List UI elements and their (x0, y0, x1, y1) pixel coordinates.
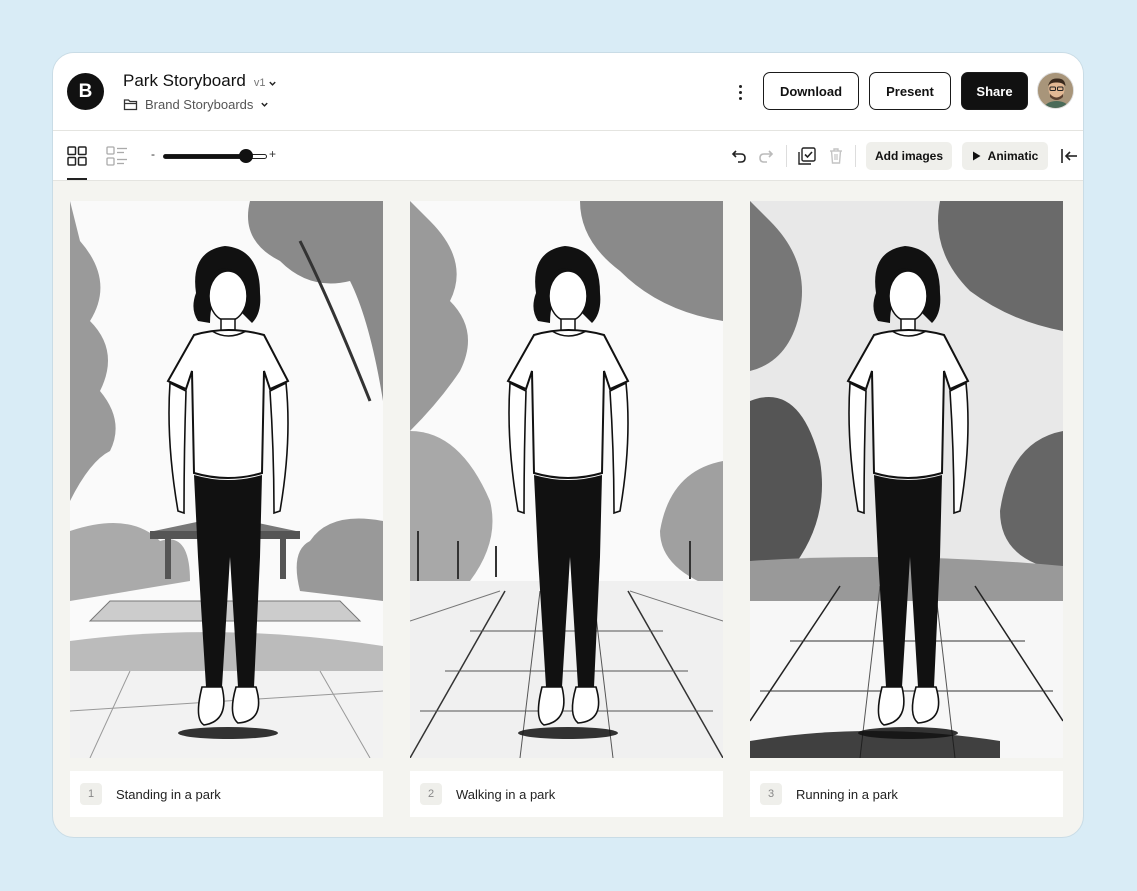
more-options-icon[interactable] (731, 81, 749, 103)
frame-image-1[interactable] (70, 201, 383, 758)
version-dropdown[interactable]: v1 (254, 77, 278, 89)
frame-caption-2[interactable]: 2 Walking in a park (410, 771, 723, 817)
animatic-button[interactable]: Animatic (962, 142, 1048, 170)
frame-caption-1[interactable]: 1 Standing in a park (70, 771, 383, 817)
present-button[interactable]: Present (869, 72, 951, 110)
download-button[interactable]: Download (763, 72, 859, 110)
frame-number: 2 (420, 783, 442, 805)
zoom-in-label[interactable]: + (269, 147, 276, 161)
collapse-panel-icon[interactable] (1058, 145, 1080, 167)
folder-breadcrumb[interactable]: Brand Storyboards (123, 97, 269, 112)
frame-caption-3[interactable]: 3 Running in a park (750, 771, 1063, 817)
frame-image-3[interactable] (750, 201, 1063, 758)
trash-icon[interactable] (825, 145, 847, 167)
avatar[interactable] (1037, 72, 1074, 109)
zoom-out-label[interactable]: - (151, 147, 155, 161)
frame-caption-text[interactable]: Walking in a park (456, 787, 555, 802)
play-icon (972, 151, 981, 161)
app-window: B Park Storyboard v1 Brand Storyboards D… (52, 52, 1084, 838)
frame-caption-text[interactable]: Running in a park (796, 787, 898, 802)
undo-icon[interactable] (727, 145, 749, 167)
select-all-icon[interactable] (796, 145, 818, 167)
chevron-down-icon (261, 102, 269, 107)
grid-view-icon[interactable] (65, 144, 89, 168)
logo[interactable]: B (67, 73, 104, 110)
page-title[interactable]: Park Storyboard (123, 71, 246, 91)
zoom-slider[interactable]: - + (151, 146, 276, 166)
zoom-fill (164, 155, 246, 158)
divider (855, 145, 856, 167)
title-row: Park Storyboard v1 (123, 71, 277, 91)
add-images-button[interactable]: Add images (866, 142, 952, 170)
version-label: v1 (253, 77, 266, 89)
toolbar: - + Add images Animatic (53, 131, 1083, 181)
header: B Park Storyboard v1 Brand Storyboards D… (53, 53, 1083, 131)
divider (786, 145, 787, 167)
share-button[interactable]: Share (961, 72, 1028, 110)
frame-number: 3 (760, 783, 782, 805)
chevron-down-icon (269, 81, 277, 86)
add-images-label: Add images (874, 149, 943, 163)
frame-image-2[interactable] (410, 201, 723, 758)
frame-caption-text[interactable]: Standing in a park (116, 787, 221, 802)
zoom-handle[interactable] (239, 149, 254, 163)
animatic-label: Animatic (987, 149, 1039, 163)
active-view-indicator (67, 178, 87, 180)
list-view-icon[interactable] (105, 144, 129, 168)
redo-icon[interactable] (756, 145, 778, 167)
folder-label: Brand Storyboards (145, 97, 254, 112)
folder-icon (123, 99, 138, 111)
frame-number: 1 (80, 783, 102, 805)
